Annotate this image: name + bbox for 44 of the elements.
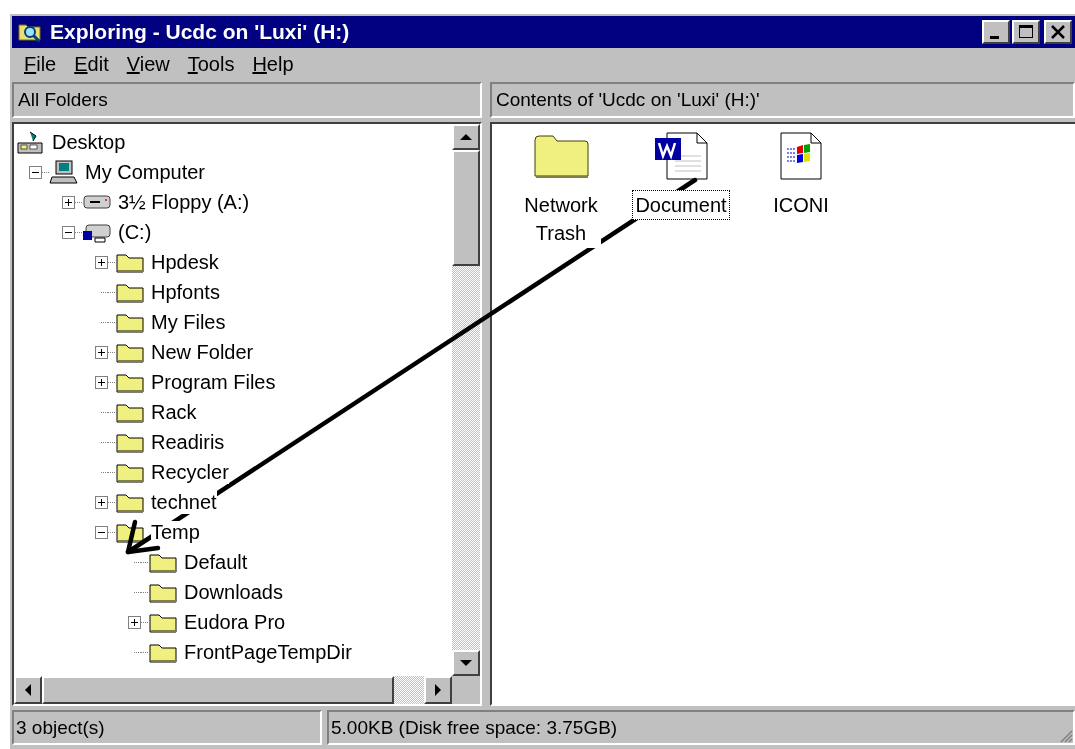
pane-header: All Folders	[12, 82, 482, 118]
collapse-icon[interactable]	[95, 525, 108, 539]
close-button[interactable]	[1044, 20, 1072, 44]
up-arrow-icon	[459, 133, 473, 141]
resize-grip-icon[interactable]	[1059, 729, 1073, 743]
menu-item[interactable]: Help	[244, 52, 304, 76]
desktop-icon	[16, 129, 46, 155]
maximize-button[interactable]	[1012, 20, 1040, 44]
minimize-icon	[989, 35, 999, 39]
computer-icon	[49, 159, 79, 185]
collapse-icon[interactable]	[29, 165, 42, 179]
collapse-icon[interactable]	[62, 225, 75, 239]
scroll-thumb[interactable]	[42, 676, 394, 704]
tree-item[interactable]: Temp	[151, 520, 200, 544]
down-arrow-icon	[459, 659, 473, 667]
menu-item[interactable]: Edit	[66, 52, 119, 76]
menu-item[interactable]: File	[16, 52, 67, 76]
vertical-scrollbar[interactable]	[452, 124, 480, 676]
folder-icon[interactable]	[533, 132, 589, 180]
scroll-right-button[interactable]	[424, 676, 452, 704]
menu-item[interactable]: Tools	[179, 52, 245, 76]
expand-icon[interactable]	[95, 495, 108, 509]
status-field: 3 object(s)	[12, 710, 322, 745]
menu-item[interactable]: View	[118, 52, 180, 76]
scrollbar-corner	[452, 676, 480, 704]
pane-header: Contents of 'Ucdc on 'Luxi' (H:)'	[490, 82, 1075, 118]
expand-icon[interactable]	[95, 375, 108, 389]
expand-icon[interactable]	[95, 255, 108, 269]
file-name[interactable]: Document	[632, 190, 730, 220]
right-arrow-icon	[434, 683, 442, 697]
scroll-down-button[interactable]	[452, 650, 480, 676]
expand-icon[interactable]	[62, 195, 75, 209]
scroll-up-button[interactable]	[452, 124, 480, 150]
status-field: 5.00KB (Disk free space: 3.75GB)	[327, 710, 1075, 745]
scroll-left-button[interactable]	[14, 676, 42, 704]
horizontal-scrollbar[interactable]	[14, 676, 452, 704]
expand-icon[interactable]	[95, 345, 108, 359]
tree-item[interactable]: technet	[151, 490, 217, 514]
left-arrow-icon	[24, 683, 32, 697]
word-document-icon[interactable]	[653, 132, 709, 180]
scroll-thumb[interactable]	[452, 150, 480, 266]
window-title: Exploring - Ucdc on 'Luxi' (H:)	[50, 20, 350, 44]
expand-icon[interactable]	[128, 615, 141, 629]
minimize-button[interactable]	[982, 20, 1010, 44]
